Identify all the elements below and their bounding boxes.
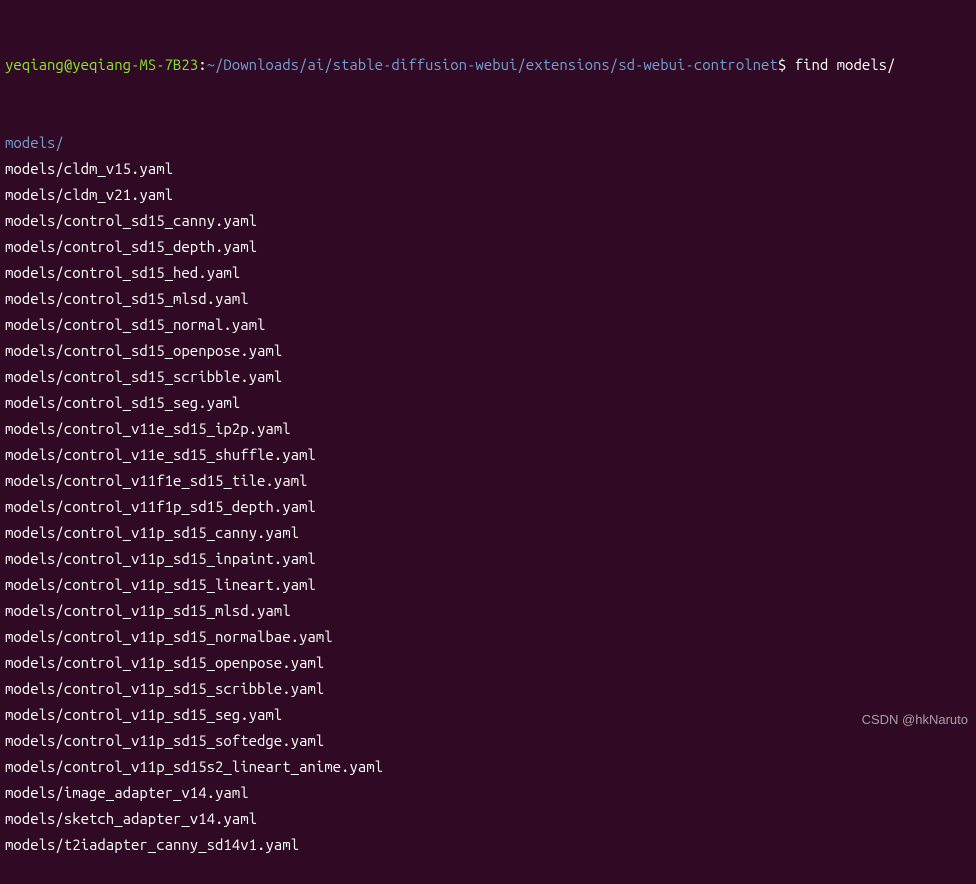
- prompt-user-host: yeqiang@yeqiang-MS-7B23: [5, 56, 198, 73]
- output-line: models/control_sd15_mlsd.yaml: [5, 286, 971, 312]
- terminal-output: models/models/cldm_v15.yamlmodels/cldm_v…: [5, 130, 971, 858]
- output-line: models/control_v11p_sd15_scribble.yaml: [5, 676, 971, 702]
- output-line: models/control_v11p_sd15_openpose.yaml: [5, 650, 971, 676]
- output-line: models/control_v11p_sd15_seg.yaml: [5, 702, 971, 728]
- output-line: models/cldm_v21.yaml: [5, 182, 971, 208]
- output-line: models/control_sd15_scribble.yaml: [5, 364, 971, 390]
- output-line: models/control_sd15_seg.yaml: [5, 390, 971, 416]
- output-line: models/cldm_v15.yaml: [5, 156, 971, 182]
- output-line: models/t2iadapter_canny_sd14v1.yaml: [5, 832, 971, 858]
- output-line: models/control_sd15_canny.yaml: [5, 208, 971, 234]
- output-line: models/control_sd15_openpose.yaml: [5, 338, 971, 364]
- output-line: models/control_v11p_sd15_lineart.yaml: [5, 572, 971, 598]
- output-line: models/sketch_adapter_v14.yaml: [5, 806, 971, 832]
- prompt-line: yeqiang@yeqiang-MS-7B23:~/Downloads/ai/s…: [5, 52, 971, 78]
- terminal-window[interactable]: yeqiang@yeqiang-MS-7B23:~/Downloads/ai/s…: [5, 0, 971, 884]
- output-line: models/: [5, 130, 971, 156]
- output-line: models/control_v11e_sd15_ip2p.yaml: [5, 416, 971, 442]
- output-line: models/control_v11p_sd15_mlsd.yaml: [5, 598, 971, 624]
- output-line: models/control_v11p_sd15_normalbae.yaml: [5, 624, 971, 650]
- output-line: models/control_sd15_normal.yaml: [5, 312, 971, 338]
- output-line: models/control_v11p_sd15_canny.yaml: [5, 520, 971, 546]
- command-text: find models/: [795, 56, 896, 73]
- output-line: models/control_v11p_sd15_inpaint.yaml: [5, 546, 971, 572]
- output-line: models/control_v11p_sd15s2_lineart_anime…: [5, 754, 971, 780]
- output-line: models/control_v11p_sd15_softedge.yaml: [5, 728, 971, 754]
- output-line: models/control_v11f1e_sd15_tile.yaml: [5, 468, 971, 494]
- output-line: models/image_adapter_v14.yaml: [5, 780, 971, 806]
- output-line: models/control_v11e_sd15_shuffle.yaml: [5, 442, 971, 468]
- prompt-dollar: $: [778, 56, 795, 73]
- watermark-text: CSDN @hkNaruto: [862, 707, 968, 733]
- output-line: models/control_v11f1p_sd15_depth.yaml: [5, 494, 971, 520]
- prompt-path: ~/Downloads/ai/stable-diffusion-webui/ex…: [207, 56, 778, 73]
- prompt-separator: :: [198, 56, 206, 73]
- output-line: models/control_sd15_hed.yaml: [5, 260, 971, 286]
- output-line: models/control_sd15_depth.yaml: [5, 234, 971, 260]
